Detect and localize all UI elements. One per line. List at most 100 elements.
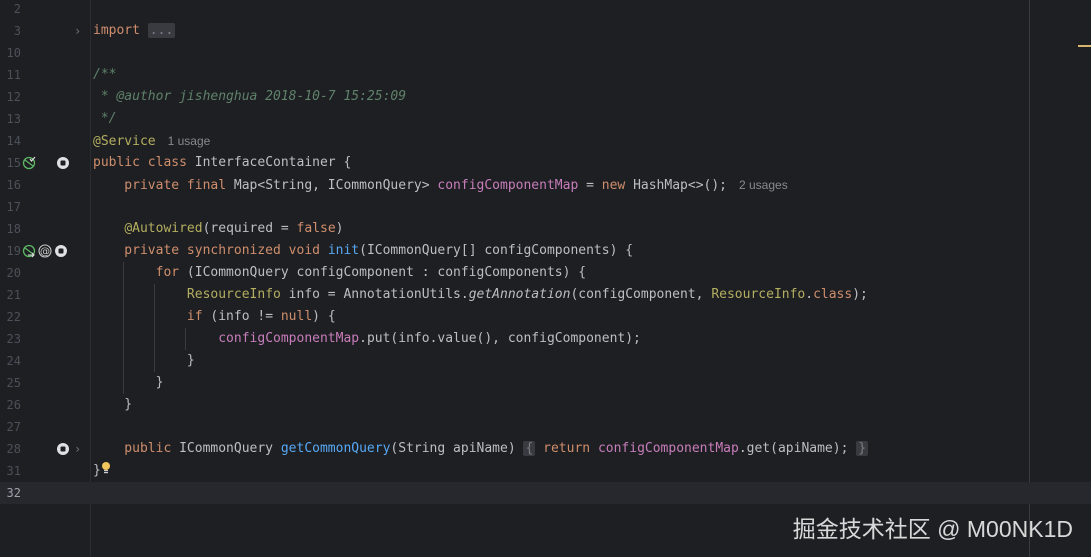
- code-text: public class InterfaceContainer {: [93, 152, 351, 174]
- code-line[interactable]: 23 configComponentMap.put(info.value(), …: [0, 328, 1091, 350]
- code-token: }: [93, 397, 133, 412]
- code-token: if: [93, 309, 211, 324]
- line-number[interactable]: 20: [0, 262, 21, 284]
- code-line[interactable]: 27: [0, 416, 1091, 438]
- line-number[interactable]: 31: [0, 460, 21, 482]
- code-token: init: [327, 243, 360, 258]
- code-token: public class: [93, 155, 195, 170]
- line-number[interactable]: 3: [0, 20, 21, 42]
- line-number[interactable]: 32: [0, 482, 21, 504]
- fold-chevron-icon[interactable]: ›: [74, 438, 81, 460]
- code-line[interactable]: 21 ResourceInfo info = AnnotationUtils.g…: [0, 284, 1091, 306]
- code-token: private synchronized void: [93, 243, 328, 258]
- code-editor[interactable]: 2 3 › import ... 10 11 /** 12 * @author jisheng…: [0, 0, 1091, 504]
- lightbulb-icon[interactable]: [101, 462, 111, 478]
- line-number[interactable]: 13: [0, 108, 21, 130]
- code-line[interactable]: 10: [0, 42, 1091, 64]
- line-number[interactable]: 25: [0, 372, 21, 394]
- code-text: import ...: [93, 20, 176, 42]
- code-line[interactable]: 14 @Service 1 usage: [0, 130, 1091, 152]
- code-line[interactable]: 17: [0, 196, 1091, 218]
- code-line[interactable]: 28 › public ICommonQuery getCommonQuery(S…: [0, 438, 1091, 460]
- fold-chevron-icon[interactable]: ›: [74, 20, 81, 42]
- code-line[interactable]: 22 if (info != null) {: [0, 306, 1091, 328]
- code-token: * @author jishenghua 2018-10-7 15:25:09: [93, 89, 407, 104]
- code-line[interactable]: 12 * @author jishenghua 2018-10-7 15:25:…: [0, 86, 1091, 108]
- folded-region[interactable]: ...: [147, 23, 176, 38]
- code-token: ICommonQuery: [179, 441, 281, 456]
- code-line[interactable]: 11 /**: [0, 64, 1091, 86]
- code-line[interactable]: 2: [0, 0, 1091, 20]
- watermark: 掘金技术社区 @ M00NK1D: [792, 516, 1073, 542]
- code-token: info = AnnotationUtils.: [280, 287, 469, 302]
- code-text: public ICommonQuery getCommonQuery(Strin…: [93, 438, 869, 460]
- code-token: InterfaceContainer {: [194, 155, 352, 170]
- code-line[interactable]: 13 */: [0, 108, 1091, 130]
- code-line[interactable]: 31}: [0, 460, 1091, 482]
- code-token: getCommonQuery: [280, 441, 391, 456]
- code-line[interactable]: 3 › import ...: [0, 20, 1091, 42]
- code-text: }: [93, 460, 111, 482]
- code-token: @Service: [93, 134, 156, 149]
- code-line[interactable]: 20 for (ICommonQuery configComponent : c…: [0, 262, 1091, 284]
- code-token: .: [805, 287, 814, 302]
- line-number[interactable]: 14: [0, 130, 21, 152]
- code-line[interactable]: 16 private final Map<String, ICommonQuer…: [0, 174, 1091, 196]
- folded-region[interactable]: {: [523, 441, 536, 456]
- line-number[interactable]: 24: [0, 350, 21, 372]
- usages-inlay-hint[interactable]: 2 usages: [739, 178, 788, 192]
- code-text: }: [93, 372, 164, 394]
- indent-guide: [185, 328, 186, 350]
- code-line[interactable]: 24 }: [0, 350, 1091, 372]
- code-token: @Autowired: [124, 221, 203, 236]
- line-number[interactable]: 19: [0, 240, 21, 262]
- line-number[interactable]: 18: [0, 218, 21, 240]
- line-number[interactable]: 28: [0, 438, 21, 460]
- line-number[interactable]: 17: [0, 196, 21, 218]
- code-token: getAnnotation: [468, 287, 571, 302]
- code-token: configComponentMap: [437, 178, 579, 193]
- code-text: @Service 1 usage: [93, 130, 210, 153]
- bean-injection-icon[interactable]: [22, 244, 36, 258]
- line-number[interactable]: 23: [0, 328, 21, 350]
- at-icon[interactable]: @: [38, 244, 52, 258]
- usages-inlay-hint[interactable]: 1 usage: [168, 134, 211, 148]
- code-line[interactable]: 15 public class InterfaceContainer {: [0, 152, 1091, 174]
- line-number[interactable]: 10: [0, 42, 21, 64]
- bean-icon[interactable]: [22, 156, 36, 170]
- line-number[interactable]: 22: [0, 306, 21, 328]
- folded-region[interactable]: }: [856, 441, 869, 456]
- line-number[interactable]: 11: [0, 64, 21, 86]
- code-token: =: [578, 178, 602, 193]
- line-number[interactable]: 26: [0, 394, 21, 416]
- code-text: */: [93, 108, 117, 130]
- implemented-icon[interactable]: [56, 156, 70, 170]
- line-number[interactable]: 27: [0, 416, 21, 438]
- code-text: }: [93, 350, 195, 372]
- code-token: class: [813, 287, 853, 302]
- code-line[interactable]: 19 @ private synchronized void init(IComm…: [0, 240, 1091, 262]
- code-token: }: [93, 375, 164, 390]
- code-line[interactable]: 26 }: [0, 394, 1091, 416]
- line-number[interactable]: 21: [0, 284, 21, 306]
- line-number[interactable]: 12: [0, 86, 21, 108]
- implemented-icon[interactable]: [56, 442, 70, 456]
- code-token: (required =: [202, 221, 297, 236]
- code-token: ): [335, 221, 344, 236]
- line-number[interactable]: 16: [0, 174, 21, 196]
- implemented-icon[interactable]: [54, 244, 68, 258]
- line-number[interactable]: 15: [0, 152, 21, 174]
- code-text: if (info != null) {: [93, 306, 336, 328]
- code-line[interactable]: 25 }: [0, 372, 1091, 394]
- code-token: for: [93, 265, 187, 280]
- code-text: for (ICommonQuery configComponent : conf…: [93, 262, 586, 284]
- code-token: import: [93, 23, 140, 38]
- code-text: @Autowired(required = false): [93, 218, 343, 240]
- svg-text:@: @: [40, 247, 50, 258]
- code-line[interactable]: 18 @Autowired(required = false): [0, 218, 1091, 240]
- line-number[interactable]: 2: [0, 0, 21, 20]
- code-line[interactable]: 32: [0, 482, 1091, 504]
